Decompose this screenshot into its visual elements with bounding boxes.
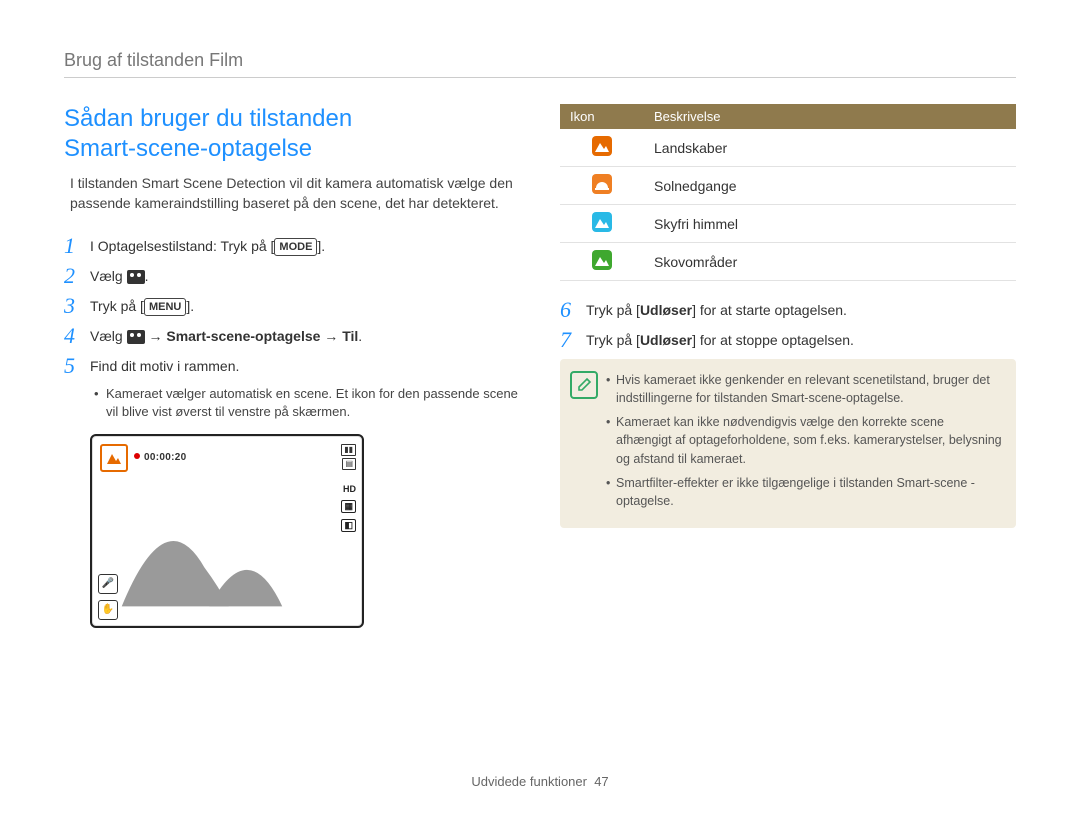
page-number: 47 xyxy=(594,774,608,789)
step-6: Tryk på [Udløser] for at starte optagels… xyxy=(586,299,847,321)
page-footer: Udvidede funktioner 47 xyxy=(0,774,1080,789)
table-row: Skyfri himmel xyxy=(560,205,1016,243)
landscape-icon xyxy=(592,136,612,156)
step-number: 5 xyxy=(64,355,90,377)
step-4: Vælg → Smart-scene-optagelse → Til. xyxy=(90,325,362,347)
divider xyxy=(64,77,1016,78)
row-label: Landskaber xyxy=(644,129,1016,167)
battery-icon: ▮▮ xyxy=(341,444,356,456)
title-line2: Smart-scene-optagelse xyxy=(64,135,312,162)
step-number: 3 xyxy=(64,295,90,317)
table-row: Skovområder xyxy=(560,243,1016,281)
step-7: Tryk på [Udløser] for at stoppe optagels… xyxy=(586,329,854,351)
note-box: Hvis kameraet ikke genkender en relevant… xyxy=(560,359,1016,528)
stabilizer-icon: ✋ xyxy=(98,600,118,620)
step-5: Find dit motiv i rammen. xyxy=(90,355,239,377)
step-number: 6 xyxy=(560,299,586,321)
step-number: 7 xyxy=(560,329,586,351)
storage-icon: ▤ xyxy=(342,458,356,470)
step-number: 1 xyxy=(64,235,90,257)
sky-icon xyxy=(592,212,612,232)
movie-mode-icon xyxy=(127,270,145,284)
title-line1: Sådan bruger du tilstanden xyxy=(64,105,352,132)
hd-badge: HD xyxy=(343,484,356,494)
icon-table: Ikon Beskrivelse Landskaber Solnedgange … xyxy=(560,104,1016,281)
landscape-icon xyxy=(100,444,128,472)
note-item: Hvis kameraet ikke genkender en relevant… xyxy=(606,371,1002,407)
note-item: Kameraet kan ikke nødvendigvis vælge den… xyxy=(606,413,1002,467)
step-5-note: Kameraet vælger automatisk en scene. Et … xyxy=(94,385,520,421)
frame-rate-icon: ▦ xyxy=(341,500,356,513)
lcd-preview: 00:00:20 ▮▮ ▤ HD ▦ ◧ xyxy=(90,434,364,628)
step-3: Tryk på [MENU]. xyxy=(90,295,194,317)
metering-icon: ◧ xyxy=(341,519,356,532)
forest-icon xyxy=(592,250,612,270)
step-number: 4 xyxy=(64,325,90,347)
th-icon: Ikon xyxy=(560,104,644,129)
step-5-bullet: Kameraet vælger automatisk en scene. Et … xyxy=(94,385,520,421)
intro-text: I tilstanden Smart Scene Detection vil d… xyxy=(64,174,520,213)
table-row: Landskaber xyxy=(560,129,1016,167)
breadcrumb: Brug af tilstanden Film xyxy=(64,50,1016,71)
step-number: 2 xyxy=(64,265,90,287)
recording-time: 00:00:20 xyxy=(134,452,186,463)
th-desc: Beskrivelse xyxy=(644,104,1016,129)
steps-list: 1 I Optagelsestilstand: Tryk på [MODE]. … xyxy=(64,235,520,377)
steps-list-2: 6 Tryk på [Udløser] for at starte optage… xyxy=(560,299,1016,351)
mode-button-label: MODE xyxy=(274,238,317,256)
note-icon xyxy=(570,371,598,399)
footer-section: Udvidede funktioner xyxy=(471,774,587,789)
row-label: Skyfri himmel xyxy=(644,205,1016,243)
menu-button-label: MENU xyxy=(144,298,186,316)
row-label: Skovområder xyxy=(644,243,1016,281)
step-2: Vælg . xyxy=(90,265,148,287)
row-label: Solnedgange xyxy=(644,167,1016,205)
page-title: Sådan bruger du tilstanden Smart-scene-o… xyxy=(64,104,520,164)
movie-mode-icon xyxy=(127,330,145,344)
table-row: Solnedgange xyxy=(560,167,1016,205)
step-1: I Optagelsestilstand: Tryk på [MODE]. xyxy=(90,235,325,257)
note-item: Smartfilter-effekter er ikke tilgængelig… xyxy=(606,474,1002,510)
mic-icon: 🎤 xyxy=(98,574,118,594)
preview-art xyxy=(112,488,326,608)
sunset-icon xyxy=(592,174,612,194)
